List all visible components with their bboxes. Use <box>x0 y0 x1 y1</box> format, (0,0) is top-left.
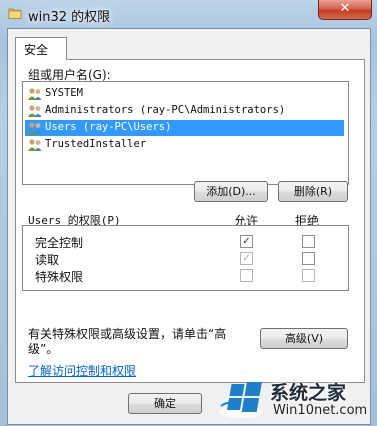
close-button[interactable]: ✕ <box>318 0 372 20</box>
list-item-trustedinstaller[interactable]: TrustedInstaller <box>25 137 344 153</box>
deny-checkbox[interactable] <box>302 252 315 265</box>
allow-checkbox: ✓ <box>240 252 253 265</box>
list-item-label: Administrators (ray-PC\Administrators) <box>45 104 286 116</box>
title-bar[interactable]: win32 的权限 ✕ <box>0 0 377 28</box>
user-group-icon <box>28 88 42 100</box>
watermark-site: Win10net.com <box>273 403 368 418</box>
permission-row: 完全控制 ✓ <box>23 233 346 250</box>
list-item-administrators[interactable]: Administrators (ray-PC\Administrators) <box>25 103 344 119</box>
ok-button[interactable]: 确定 <box>128 393 202 414</box>
learn-access-control-link[interactable]: 了解访问控制和权限 <box>28 362 136 379</box>
list-item-label: Users (ray-PC\Users) <box>45 121 172 133</box>
watermark-brand: 系统之家 <box>270 382 347 404</box>
window-title: win32 的权限 <box>28 10 111 25</box>
deny-checkbox[interactable] <box>302 235 315 248</box>
remove-button[interactable]: 删除(R) <box>278 181 348 202</box>
advanced-button[interactable]: 高级(V) <box>260 328 348 349</box>
folder-icon <box>8 8 22 19</box>
add-button[interactable]: 添加(D)... <box>194 181 268 202</box>
advanced-hint-line2: 级”。 <box>28 342 59 356</box>
user-group-icon <box>28 122 42 134</box>
user-group-icon <box>28 105 42 117</box>
permission-row: 读取 ✓ <box>23 250 346 267</box>
user-group-icon <box>28 139 42 151</box>
deny-checkbox <box>302 269 315 282</box>
permission-name: 完全控制 <box>35 236 84 250</box>
permissions-list: 完全控制 ✓ 读取 ✓ 特殊权限 <box>22 225 349 291</box>
permission-name: 读取 <box>35 253 60 267</box>
permission-row: 特殊权限 <box>23 267 346 284</box>
list-item-users[interactable]: Users (ray-PC\Users) <box>25 120 344 136</box>
groups-listbox[interactable]: SYSTEM Administrators (ray-PC\Administra… <box>22 81 349 185</box>
tab-security[interactable]: 安全 <box>15 37 67 60</box>
list-item-label: TrustedInstaller <box>45 138 147 150</box>
close-icon: ✕ <box>339 1 351 16</box>
watermark: 系统之家 Win10net.com <box>213 372 377 426</box>
allow-checkbox[interactable]: ✓ <box>240 235 253 248</box>
allow-checkbox <box>240 269 253 282</box>
dialog-window: 安全 组或用户名(G): SYSTEM Administrators (ray-… <box>7 28 371 425</box>
tab-security-label: 安全 <box>24 43 49 57</box>
list-item-system[interactable]: SYSTEM <box>25 86 344 102</box>
permission-name: 特殊权限 <box>35 270 84 284</box>
list-item-label: SYSTEM <box>45 87 83 99</box>
windows-logo-icon <box>219 382 263 418</box>
